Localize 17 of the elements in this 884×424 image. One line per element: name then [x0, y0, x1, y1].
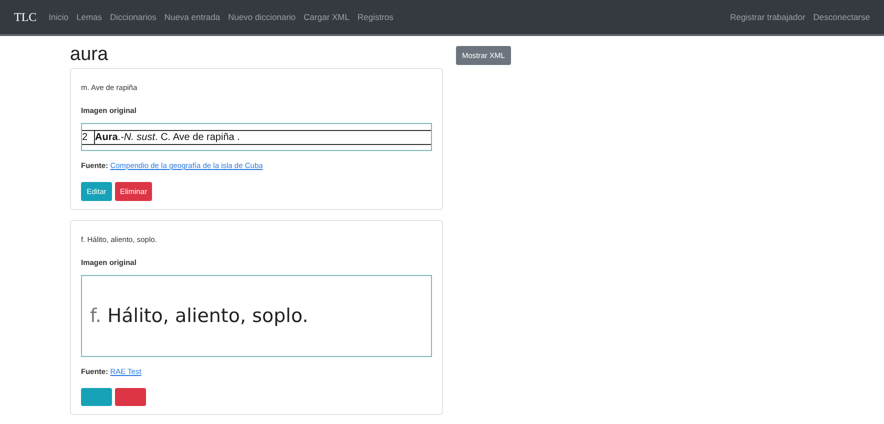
- nav-link[interactable]: Inicio: [48, 12, 69, 22]
- nav-link[interactable]: Desconectarse: [813, 12, 870, 22]
- nav-link[interactable]: Registros: [358, 12, 394, 22]
- nav-link[interactable]: Lemas: [76, 12, 102, 22]
- nav-link[interactable]: Diccionarios: [110, 12, 156, 22]
- delete-button[interactable]: [115, 388, 146, 406]
- entry-text: Aura.-N. sust. C. Ave de rapiña .: [95, 132, 240, 142]
- nav-link[interactable]: Nueva entrada: [164, 12, 220, 22]
- page-heading: aura: [70, 44, 110, 66]
- line-number: 2: [82, 130, 95, 144]
- edit-button[interactable]: [81, 388, 112, 406]
- nav-link[interactable]: Nuevo diccionario: [228, 12, 296, 22]
- brand-logo[interactable]: TLC: [14, 10, 37, 24]
- entry-text: Hálito, aliento, soplo.: [107, 305, 308, 327]
- nav-link[interactable]: Registrar trabajador: [730, 12, 806, 22]
- nav-link[interactable]: Cargar XML: [304, 12, 350, 22]
- abbreviation-text: f.: [90, 305, 102, 327]
